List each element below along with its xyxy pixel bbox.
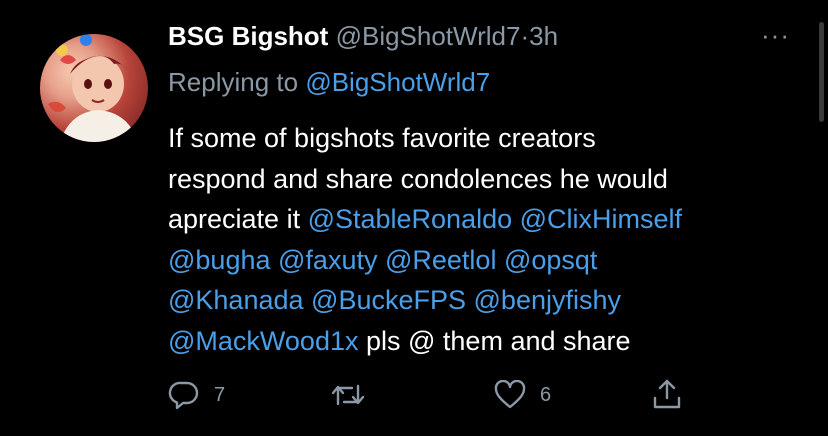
tweet-text-segment	[304, 285, 312, 315]
tweet-text-line: apreciate it @StableRonaldo @ClixHimself	[168, 199, 808, 240]
replying-to-label: Replying to	[168, 67, 299, 97]
tweet-text-segment: apreciate it	[168, 204, 308, 234]
more-options-icon[interactable]: ···	[761, 22, 790, 48]
avatar[interactable]	[40, 34, 148, 142]
reply-icon	[168, 381, 199, 410]
replying-to: Replying to @BigShotWrld7	[168, 64, 490, 100]
mention-link[interactable]: @ClixHimself	[520, 204, 682, 234]
tweet-text-segment: pls @ them and share	[358, 325, 631, 356]
replying-to-handle[interactable]: @BigShotWrld7	[305, 67, 490, 97]
like-button[interactable]: 6	[494, 380, 551, 410]
mention-link[interactable]: @opsqt	[504, 245, 597, 275]
tweet-text-segment: If some of bigshots favorite creators	[168, 123, 596, 153]
tweet-text-line: @MackWood1x pls @ them and share	[168, 321, 808, 362]
share-icon	[653, 379, 681, 409]
mention-link[interactable]: @Reetlol	[385, 245, 496, 275]
avatar-image	[48, 34, 138, 142]
retweet-button[interactable]	[330, 380, 380, 410]
mention-link[interactable]: @faxuty	[278, 245, 377, 275]
mention-link[interactable]: @BuckeFPS	[311, 285, 466, 315]
tweet-text-segment	[466, 285, 474, 315]
reply-button[interactable]: 7	[168, 380, 225, 410]
display-name[interactable]: BSG Bigshot	[168, 21, 328, 51]
tweet-text-segment: respond and share condolences he would	[168, 163, 668, 194]
timestamp[interactable]: 3h	[529, 21, 558, 51]
mention-link[interactable]: @benjyfishy	[474, 285, 621, 315]
mention-link[interactable]: @Khanada	[168, 285, 304, 315]
tweet-text-segment	[377, 245, 385, 275]
tweet-text-line: respond and share condolences he would	[168, 159, 808, 200]
tweet-text: If some of bigshots favorite creators res…	[168, 118, 808, 361]
share-button[interactable]	[652, 378, 696, 410]
tweet-text-line: @bugha @faxuty @Reetlol @opsqt	[168, 240, 808, 281]
scrollbar[interactable]	[819, 22, 824, 122]
mention-link[interactable]: @StableRonaldo	[308, 204, 513, 234]
tweet-text-line: If some of bigshots favorite creators	[168, 118, 808, 159]
heart-icon	[494, 380, 526, 409]
tweet-header: BSG Bigshot @BigShotWrld7·3h	[168, 18, 558, 54]
tweet-text-segment	[496, 245, 504, 275]
reply-count: 7	[214, 383, 226, 406]
mention-link[interactable]: @bugha	[168, 245, 271, 275]
tweet-text-line: @Khanada @BuckeFPS @benjyfishy	[168, 280, 808, 321]
action-bar: 7 6	[0, 374, 828, 414]
tweet-text-segment	[512, 204, 520, 234]
tweet-text-segment	[271, 245, 279, 275]
separator-dot: ·	[520, 21, 530, 51]
mention-link[interactable]: @MackWood1x	[168, 326, 358, 356]
user-handle[interactable]: @BigShotWrld7	[336, 21, 521, 51]
retweet-icon	[331, 384, 365, 406]
like-count: 6	[540, 383, 552, 406]
